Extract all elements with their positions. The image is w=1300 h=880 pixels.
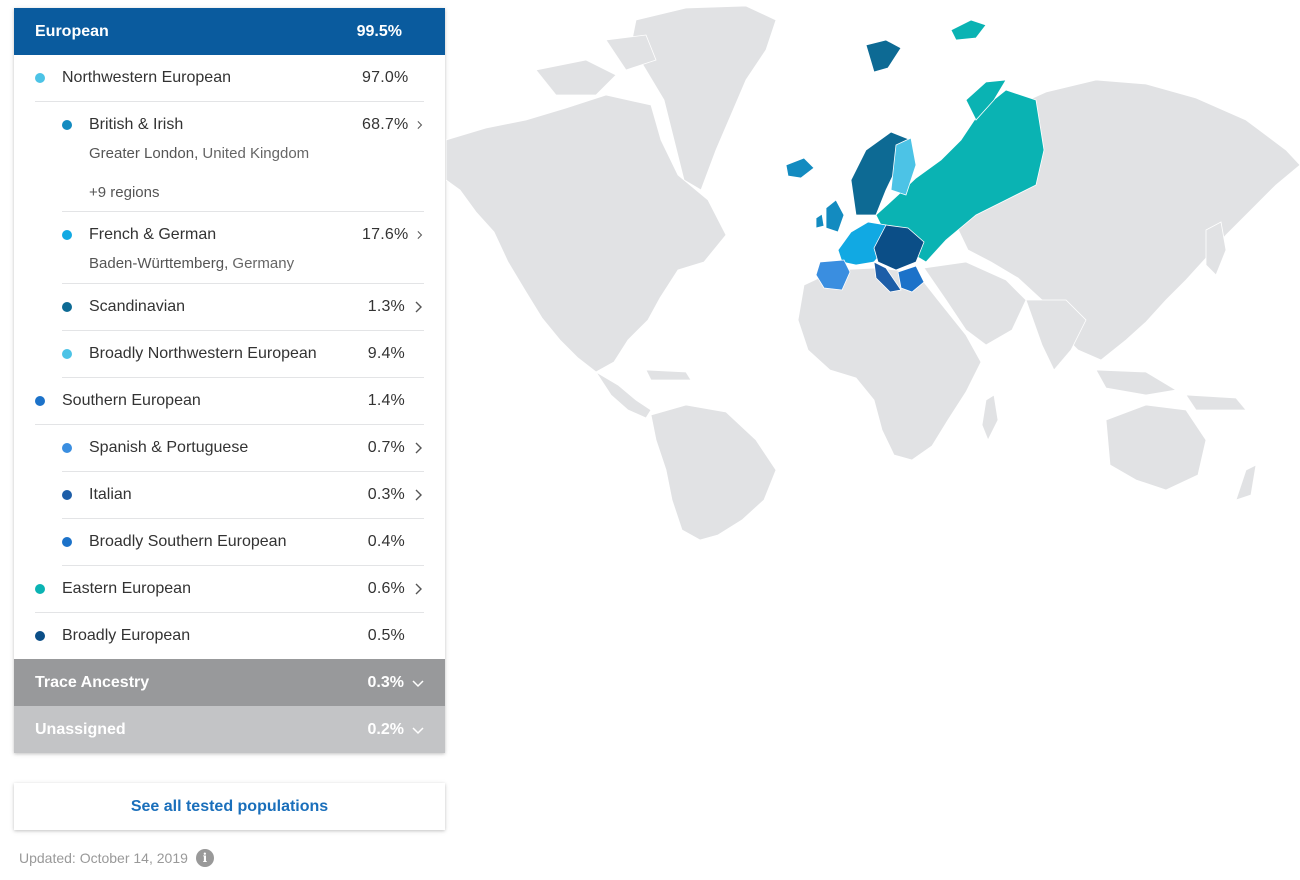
population-percent: 0.3% bbox=[367, 486, 405, 503]
population-label: Spanish & Portuguese bbox=[89, 439, 249, 456]
population-label: Broadly Northwestern European bbox=[89, 345, 317, 362]
population-row-eastern-european[interactable]: Eastern European 0.6% bbox=[35, 566, 424, 613]
european-header-label: European bbox=[35, 22, 109, 40]
updated-note: Updated: October 14, 2019 i bbox=[19, 849, 214, 867]
color-dot bbox=[62, 490, 72, 500]
chevron-right-icon[interactable] bbox=[412, 301, 424, 313]
sub-region-name: Greater London bbox=[89, 145, 195, 162]
color-dot bbox=[62, 443, 72, 453]
population-label: Broadly European bbox=[62, 627, 191, 644]
color-dot bbox=[62, 230, 72, 240]
population-label: Scandinavian bbox=[89, 298, 186, 315]
population-percent: 1.3% bbox=[367, 298, 405, 315]
world-map[interactable] bbox=[446, 0, 1300, 540]
color-dot bbox=[35, 631, 45, 641]
chevron-down-icon[interactable] bbox=[412, 677, 424, 689]
population-percent: 1.4% bbox=[367, 392, 405, 409]
unassigned-label: Unassigned bbox=[35, 720, 126, 738]
sub-regions: Baden-Württemberg, Germany bbox=[89, 255, 295, 272]
population-list: Northwestern European 97.0% British & Ir… bbox=[14, 55, 445, 659]
color-dot bbox=[62, 120, 72, 130]
chevron-right-icon[interactable] bbox=[412, 489, 424, 501]
population-percent: 0.5% bbox=[367, 627, 405, 644]
population-label: French & German bbox=[89, 226, 217, 243]
european-header[interactable]: European 99.5% bbox=[14, 8, 445, 55]
sub-region-country: United Kingdom bbox=[202, 145, 310, 162]
unassigned-row[interactable]: Unassigned 0.2% bbox=[14, 706, 445, 753]
chevron-right-icon[interactable] bbox=[412, 583, 424, 595]
population-percent: 0.7% bbox=[367, 439, 405, 456]
chevron-right-icon[interactable] bbox=[412, 442, 424, 454]
ancestry-composition-panel: European 99.5% Northwestern European 97.… bbox=[14, 8, 445, 753]
color-dot bbox=[35, 73, 45, 83]
population-percent: 9.4% bbox=[367, 345, 405, 362]
population-label: Southern European bbox=[62, 392, 201, 409]
population-label: Italian bbox=[89, 486, 132, 503]
population-percent: 68.7% bbox=[362, 116, 409, 133]
chevron-down-icon[interactable] bbox=[412, 724, 424, 736]
population-label: British & Irish bbox=[89, 116, 184, 133]
color-dot bbox=[62, 349, 72, 359]
sub-region-country: Germany bbox=[232, 255, 295, 272]
population-label: Broadly Southern European bbox=[89, 533, 287, 550]
european-header-percent: 99.5% bbox=[356, 22, 402, 40]
population-row-scandinavian[interactable]: Scandinavian 1.3% bbox=[62, 284, 424, 331]
sub-region-name: Baden-Württemberg bbox=[89, 255, 225, 272]
population-row-northwestern-european[interactable]: Northwestern European 97.0% bbox=[35, 55, 424, 102]
unassigned-percent: 0.2% bbox=[367, 720, 404, 738]
sub-regions: Greater London, United Kingdom +9 region… bbox=[62, 144, 424, 211]
trace-ancestry-percent: 0.3% bbox=[367, 673, 404, 691]
see-all-label: See all tested populations bbox=[130, 797, 329, 815]
population-percent: 0.4% bbox=[367, 533, 405, 550]
population-row-broadly-southern-european[interactable]: Broadly Southern European 0.4% bbox=[62, 519, 424, 566]
chevron-right-icon[interactable] bbox=[415, 229, 424, 241]
updated-text: Updated: October 14, 2019 bbox=[19, 850, 188, 866]
population-row-broadly-european[interactable]: Broadly European 0.5% bbox=[35, 613, 424, 659]
map-land bbox=[446, 5, 1300, 540]
color-dot bbox=[35, 396, 45, 406]
more-regions-link[interactable]: +9 regions bbox=[89, 183, 424, 211]
population-row-broadly-northwestern-european[interactable]: Broadly Northwestern European 9.4% bbox=[62, 331, 424, 378]
population-row-italian[interactable]: Italian 0.3% bbox=[62, 472, 424, 519]
color-dot bbox=[62, 537, 72, 547]
population-percent: 17.6% bbox=[362, 226, 409, 243]
population-percent: 0.6% bbox=[367, 580, 405, 597]
population-row-french-german[interactable]: French & German 17.6% Baden-Württemberg,… bbox=[62, 212, 424, 284]
color-dot bbox=[62, 302, 72, 312]
color-dot bbox=[35, 584, 45, 594]
trace-ancestry-label: Trace Ancestry bbox=[35, 673, 150, 691]
population-row-spanish-portuguese[interactable]: Spanish & Portuguese 0.7% bbox=[62, 425, 424, 472]
population-row-southern-european[interactable]: Southern European 1.4% bbox=[35, 378, 424, 425]
population-label: Eastern European bbox=[62, 580, 191, 597]
chevron-right-icon[interactable] bbox=[415, 119, 424, 131]
info-icon[interactable]: i bbox=[195, 849, 214, 867]
population-row-british-irish[interactable]: British & Irish 68.7% Greater London, Un… bbox=[62, 102, 424, 212]
see-all-populations-button[interactable]: See all tested populations bbox=[14, 783, 445, 830]
population-percent: 97.0% bbox=[362, 69, 409, 86]
trace-ancestry-row[interactable]: Trace Ancestry 0.3% bbox=[14, 659, 445, 706]
population-label: Northwestern European bbox=[62, 69, 231, 86]
